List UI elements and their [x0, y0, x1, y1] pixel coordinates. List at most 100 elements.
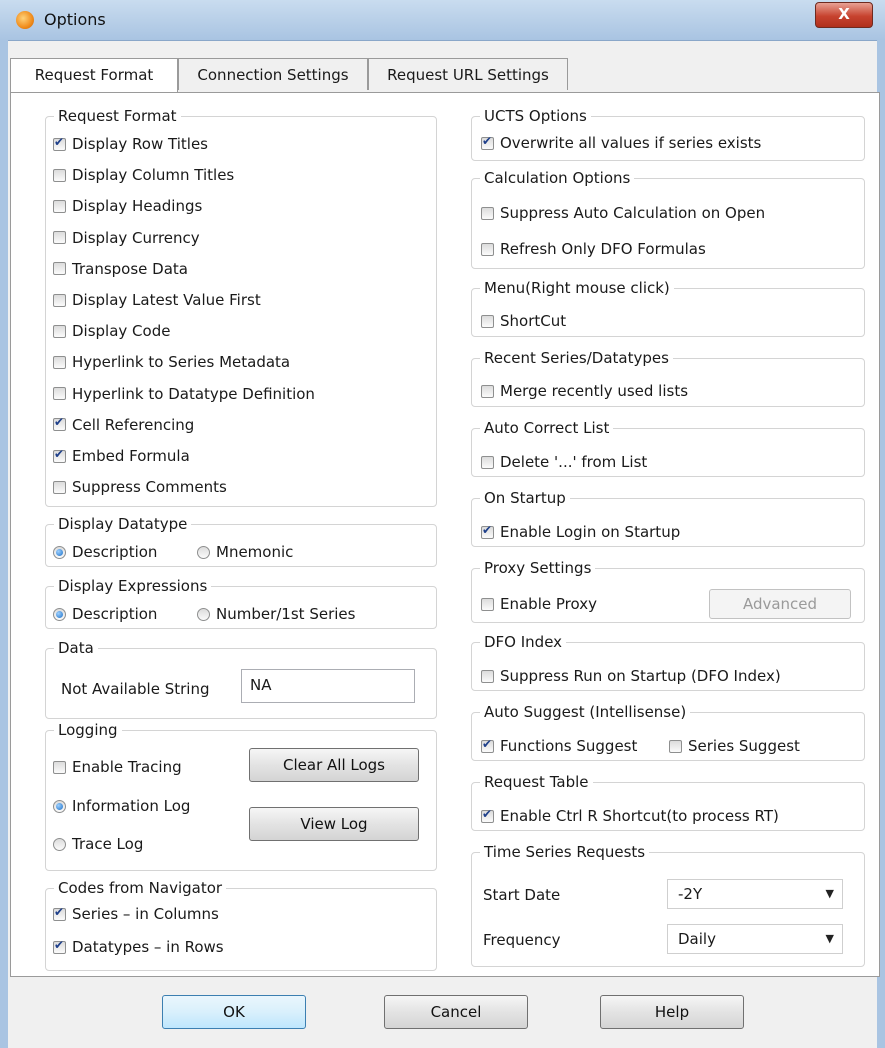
overwrite-values-checkbox[interactable]: Overwrite all values if series exists	[481, 134, 761, 152]
enable-login-checkbox[interactable]: Enable Login on Startup	[481, 523, 680, 541]
not-available-string-label: Not Available String	[61, 680, 210, 698]
radio-button[interactable]	[197, 607, 210, 621]
enable-proxy-checkbox[interactable]: Enable Proxy	[481, 595, 597, 613]
checkbox[interactable]	[481, 384, 494, 398]
checkbox[interactable]	[481, 242, 494, 256]
enable-ctrl-r-checkbox[interactable]: Enable Ctrl R Shortcut(to process RT)	[481, 807, 779, 825]
request-format-checkbox-9[interactable]: Cell Referencing	[53, 415, 194, 434]
checkbox-label: Functions Suggest	[500, 737, 638, 755]
enable-tracing-checkbox[interactable]: Enable Tracing	[53, 758, 182, 776]
radio-expressions-number[interactable]: Number/1st Series	[197, 605, 355, 623]
checkbox[interactable]	[481, 737, 494, 753]
checkbox[interactable]	[53, 938, 66, 954]
not-available-string-input[interactable]: NA	[241, 669, 415, 703]
checkbox[interactable]	[53, 199, 66, 213]
request-format-checkbox-3[interactable]: Display Currency	[53, 229, 200, 247]
radio-button[interactable]	[53, 545, 66, 559]
request-format-checkbox-6[interactable]: Display Code	[53, 322, 170, 340]
series-in-columns-checkbox[interactable]: Series – in Columns	[53, 905, 219, 923]
trace-log-radio[interactable]: Trace Log	[53, 835, 143, 853]
suppress-auto-calculation-checkbox[interactable]: Suppress Auto Calculation on Open	[481, 204, 765, 222]
clear-all-logs-button[interactable]: Clear All Logs	[249, 748, 419, 782]
request-table-legend: Request Table	[484, 773, 589, 791]
functions-suggest-checkbox[interactable]: Functions Suggest	[481, 737, 637, 755]
checkbox[interactable]	[53, 447, 66, 463]
help-button[interactable]: Help	[600, 995, 744, 1029]
checkbox[interactable]	[53, 293, 66, 307]
radio-label: Description	[72, 605, 158, 623]
checkbox[interactable]	[53, 480, 66, 494]
refresh-dfo-formulas-checkbox[interactable]: Refresh Only DFO Formulas	[481, 240, 706, 258]
checkbox-label: Suppress Comments	[72, 478, 227, 497]
checkbox[interactable]	[481, 807, 494, 823]
advanced-button[interactable]: Advanced	[709, 589, 851, 619]
checkbox[interactable]	[481, 134, 494, 150]
checkbox[interactable]	[669, 739, 682, 753]
radio-label: Mnemonic	[216, 543, 294, 561]
checkbox[interactable]	[481, 669, 494, 683]
checkbox[interactable]	[53, 135, 66, 151]
codes-from-navigator-legend: Codes from Navigator	[58, 879, 223, 897]
request-format-checkbox-10[interactable]: Embed Formula	[53, 447, 190, 465]
tab-connection-settings[interactable]: Connection Settings	[178, 58, 368, 90]
radio-button[interactable]	[53, 837, 66, 851]
checkbox[interactable]	[53, 168, 66, 182]
tab-request-format[interactable]: Request Format	[10, 58, 178, 92]
radio-datatype-mnemonic[interactable]: Mnemonic	[197, 543, 293, 561]
datatypes-in-rows-checkbox[interactable]: Datatypes – in Rows	[53, 938, 224, 956]
request-format-checkbox-5[interactable]: Display Latest Value First	[53, 291, 261, 309]
dfo-index-legend: DFO Index	[484, 633, 563, 651]
checkbox[interactable]	[481, 455, 494, 469]
suppress-run-startup-checkbox[interactable]: Suppress Run on Startup (DFO Index)	[481, 667, 781, 685]
checkbox[interactable]	[53, 355, 66, 369]
checkbox[interactable]	[481, 523, 494, 539]
radio-button[interactable]	[53, 799, 66, 813]
merge-recent-lists-checkbox[interactable]: Merge recently used lists	[481, 382, 688, 400]
checkbox-label: Enable Login on Startup	[500, 523, 681, 541]
display-datatype-legend: Display Datatype	[58, 515, 188, 533]
checkbox[interactable]	[53, 760, 66, 774]
tab-panel: Request Format Display Row Titles Display…	[10, 92, 880, 977]
cancel-button[interactable]: Cancel	[384, 995, 528, 1029]
checkbox[interactable]	[53, 231, 66, 245]
checkbox[interactable]	[53, 905, 66, 921]
start-date-value: -2Y	[678, 885, 703, 903]
checkbox[interactable]	[481, 314, 494, 328]
start-date-dropdown[interactable]: -2Y ▼	[667, 879, 843, 909]
checkbox[interactable]	[53, 387, 66, 401]
checkbox[interactable]	[481, 597, 494, 611]
checkbox[interactable]	[53, 324, 66, 338]
request-format-checkbox-4[interactable]: Transpose Data	[53, 260, 188, 278]
checkbox[interactable]	[53, 262, 66, 276]
frequency-dropdown[interactable]: Daily ▼	[667, 924, 843, 954]
checkbox-label: Datatypes – in Rows	[72, 938, 224, 956]
checkbox-label: ShortCut	[500, 312, 567, 330]
request-format-checkbox-8[interactable]: Hyperlink to Datatype Definition	[53, 385, 315, 403]
checkbox-label: Suppress Run on Startup (DFO Index)	[500, 667, 781, 685]
shortcut-checkbox[interactable]: ShortCut	[481, 312, 566, 330]
view-log-button[interactable]: View Log	[249, 807, 419, 841]
menu-right-click-legend: Menu(Right mouse click)	[484, 279, 670, 297]
checkbox[interactable]	[481, 206, 494, 220]
delete-from-list-checkbox[interactable]: Delete '...' from List	[481, 453, 647, 471]
ok-button[interactable]: OK	[162, 995, 306, 1029]
information-log-radio[interactable]: Information Log	[53, 797, 190, 815]
radio-button[interactable]	[197, 545, 210, 559]
radio-label: Description	[72, 543, 158, 561]
radio-button[interactable]	[53, 607, 66, 621]
checkbox-label: Series – in Columns	[72, 905, 219, 923]
series-suggest-checkbox[interactable]: Series Suggest	[669, 737, 800, 755]
tab-request-url-settings[interactable]: Request URL Settings	[368, 58, 568, 90]
request-format-checkbox-11[interactable]: Suppress Comments	[53, 478, 227, 496]
request-format-checkbox-7[interactable]: Hyperlink to Series Metadata	[53, 353, 290, 371]
radio-datatype-description[interactable]: Description	[53, 543, 157, 561]
radio-label: Number/1st Series	[216, 605, 356, 623]
auto-suggest-legend: Auto Suggest (Intellisense)	[484, 703, 687, 721]
close-button[interactable]: X	[815, 2, 873, 28]
request-format-checkbox-2[interactable]: Display Headings	[53, 197, 202, 215]
request-format-checkbox-1[interactable]: Display Column Titles	[53, 166, 234, 184]
radio-expressions-description[interactable]: Description	[53, 605, 157, 623]
checkbox-label: Display Code	[72, 322, 171, 341]
checkbox[interactable]	[53, 415, 66, 432]
request-format-checkbox-0[interactable]: Display Row Titles	[53, 135, 208, 153]
